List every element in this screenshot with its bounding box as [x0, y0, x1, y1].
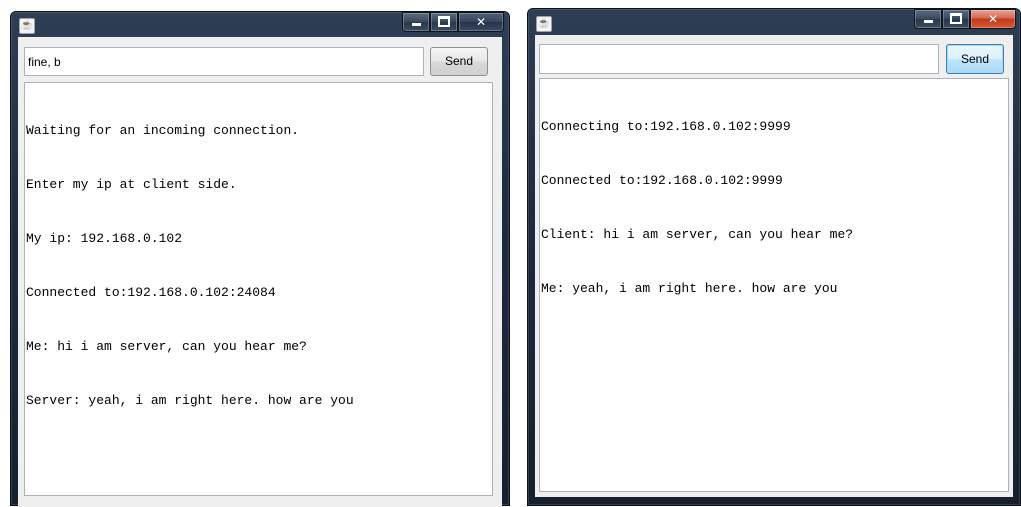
- chat-line: Me: yeah, i am right here. how are you: [541, 281, 838, 296]
- chat-line: Server: yeah, i am right here. how are y…: [26, 393, 354, 408]
- java-cup-icon[interactable]: ☕: [536, 16, 552, 32]
- message-input[interactable]: [539, 44, 939, 74]
- chat-line: Enter my ip at client side.: [26, 177, 237, 192]
- close-icon[interactable]: ✕: [970, 9, 1016, 29]
- chat-line: Connected to:192.168.0.102:9999: [541, 173, 783, 188]
- chat-window-left: ☕ ✕ fine, b Send Waiting for an incoming…: [10, 11, 510, 507]
- minimize-icon[interactable]: [402, 12, 430, 32]
- chat-line: Me: hi i am server, can you hear me?: [26, 339, 307, 354]
- chat-line: Connecting to:192.168.0.102:9999: [541, 119, 791, 134]
- window-content: Send Connecting to:192.168.0.102:9999 Co…: [535, 35, 1013, 497]
- minimize-icon[interactable]: [914, 9, 942, 29]
- send-button[interactable]: Send: [430, 47, 488, 76]
- chat-line: Waiting for an incoming connection.: [26, 123, 300, 138]
- window-content: fine, b Send Waiting for an incoming con…: [18, 37, 502, 507]
- send-button[interactable]: Send: [946, 44, 1004, 74]
- chat-log[interactable]: Waiting for an incoming connection. Ente…: [24, 82, 493, 496]
- chat-line: My ip: 192.168.0.102: [26, 231, 183, 246]
- chat-window-right: ☕ ✕ Send Connecting to:192.168.0.102:999…: [527, 8, 1021, 506]
- chat-line: Client: hi i am server, can you hear me?: [541, 227, 854, 242]
- window-controls: ✕: [402, 12, 504, 32]
- chat-log[interactable]: Connecting to:192.168.0.102:9999 Connect…: [539, 78, 1009, 492]
- chat-line: Connected to:192.168.0.102:24084: [26, 285, 276, 300]
- maximize-icon[interactable]: [942, 9, 970, 29]
- close-icon[interactable]: ✕: [458, 12, 504, 32]
- maximize-icon[interactable]: [430, 12, 458, 32]
- message-input[interactable]: fine, b: [24, 47, 424, 76]
- java-cup-icon[interactable]: ☕: [19, 18, 35, 34]
- window-controls: ✕: [914, 9, 1016, 29]
